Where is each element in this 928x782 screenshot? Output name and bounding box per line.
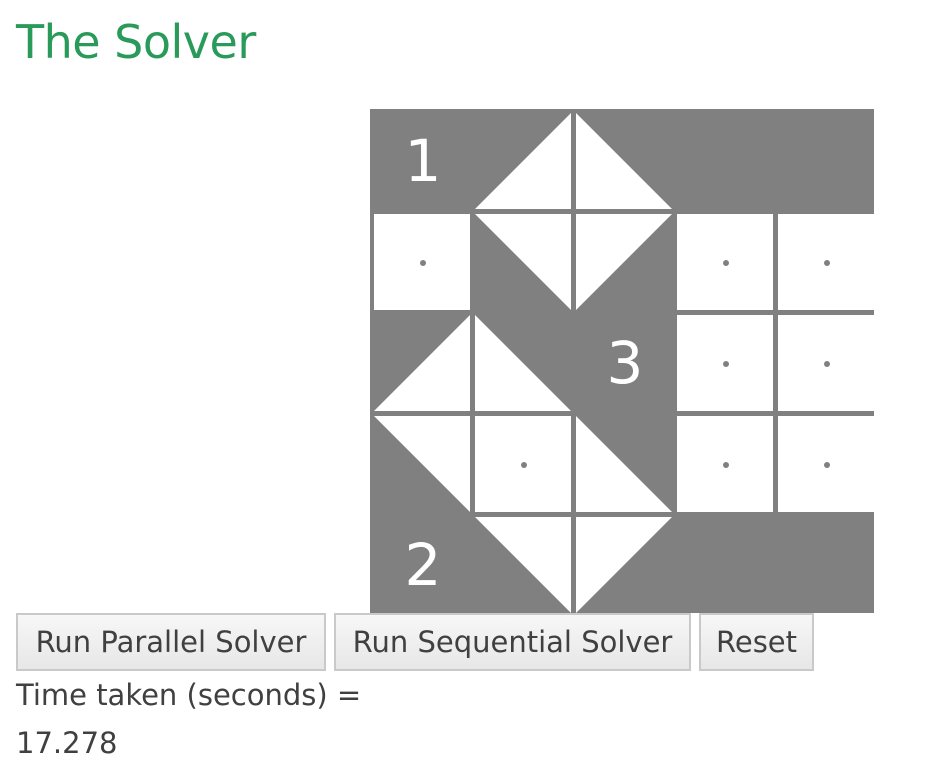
triangle-cell[interactable]: [374, 315, 470, 411]
triangle-top-right-icon: [475, 315, 571, 411]
dot-icon: [723, 462, 729, 468]
triangle-shape: [475, 517, 571, 613]
triangle-bottom-right-icon: [576, 517, 672, 613]
triangle-shape: [374, 416, 470, 512]
empty-cell[interactable]: [677, 214, 773, 310]
triangle-cell[interactable]: [576, 214, 672, 310]
dot-icon: [723, 361, 729, 367]
triangle-bottom-left-icon: [475, 517, 571, 613]
dot-icon: [420, 260, 426, 266]
dot-icon: [824, 260, 830, 266]
black-cell[interactable]: [677, 113, 773, 209]
triangle-shape: [576, 517, 672, 613]
triangle-bottom-left-icon: [475, 214, 571, 310]
triangle-cell[interactable]: [475, 315, 571, 411]
empty-cell[interactable]: [677, 315, 773, 411]
empty-cell[interactable]: [475, 416, 571, 512]
triangle-shape: [475, 214, 571, 310]
dot-icon: [521, 462, 527, 468]
triangle-cell[interactable]: [576, 517, 672, 613]
time-taken-value: 17.278: [16, 726, 118, 760]
empty-cell[interactable]: [778, 214, 874, 310]
black-cell[interactable]: [778, 113, 874, 209]
clue-number: 3: [606, 329, 644, 397]
empty-cell[interactable]: [778, 315, 874, 411]
triangle-cell[interactable]: [475, 113, 571, 209]
black-cell[interactable]: 3: [576, 315, 672, 411]
clue-number: 2: [404, 531, 442, 599]
dot-icon: [824, 361, 830, 367]
triangle-shape: [576, 113, 672, 209]
triangle-shape: [475, 315, 571, 411]
black-cell[interactable]: 1: [374, 113, 470, 209]
triangle-cell[interactable]: [576, 113, 672, 209]
triangle-cell[interactable]: [374, 416, 470, 512]
triangle-top-right-icon: [576, 113, 672, 209]
triangle-top-left-icon: [475, 113, 571, 209]
dot-icon: [723, 260, 729, 266]
triangle-bottom-left-icon: [374, 416, 470, 512]
triangle-shape: [576, 416, 672, 512]
dot-icon: [824, 462, 830, 468]
black-cell[interactable]: [677, 517, 773, 613]
empty-cell[interactable]: [778, 416, 874, 512]
black-cell[interactable]: 2: [374, 517, 470, 613]
page-title: The Solver: [16, 15, 256, 69]
run-sequential-solver-button[interactable]: Run Sequential Solver: [334, 613, 691, 671]
reset-button[interactable]: Reset: [699, 613, 814, 671]
triangle-cell[interactable]: [475, 214, 571, 310]
triangle-shape: [374, 315, 470, 411]
run-parallel-solver-button[interactable]: Run Parallel Solver: [16, 613, 326, 671]
empty-cell[interactable]: [374, 214, 470, 310]
time-taken-label: Time taken (seconds) =: [16, 678, 362, 712]
triangle-cell[interactable]: [576, 416, 672, 512]
solver-page: The Solver 1 3 2 Run Parallel Solver Run S…: [0, 0, 928, 782]
triangle-top-left-icon: [374, 315, 470, 411]
triangle-bottom-right-icon: [576, 214, 672, 310]
puzzle-board: 1 3 2: [370, 109, 874, 613]
clue-number: 1: [404, 127, 442, 195]
empty-cell[interactable]: [677, 416, 773, 512]
triangle-top-right-icon: [576, 416, 672, 512]
triangle-cell[interactable]: [475, 517, 571, 613]
triangle-shape: [475, 113, 571, 209]
black-cell[interactable]: [778, 517, 874, 613]
triangle-shape: [576, 214, 672, 310]
